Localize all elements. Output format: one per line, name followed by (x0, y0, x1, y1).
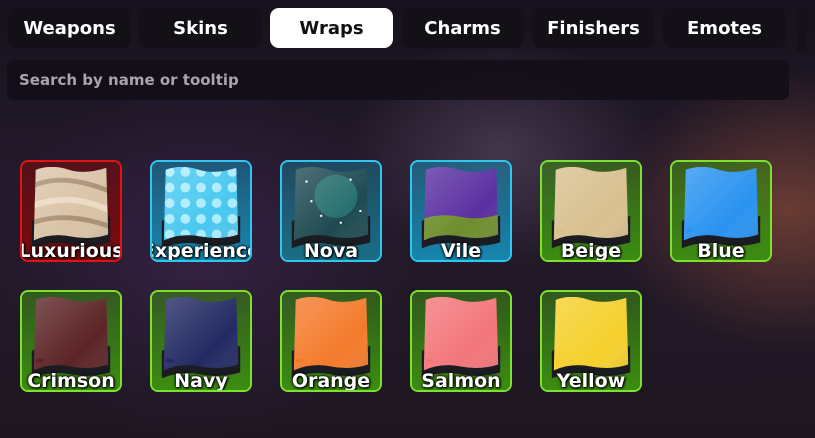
tab-emotes[interactable]: Emotes (663, 8, 786, 48)
wrap-item-vile[interactable]: Vile (410, 160, 512, 262)
wrap-item-beige[interactable]: Beige (540, 160, 642, 262)
wrap-item-orange[interactable]: Orange (280, 290, 382, 392)
wrap-item-blue[interactable]: Blue (670, 160, 772, 262)
wrap-item-luxurious[interactable]: Luxurious (20, 160, 122, 262)
wrap-name-label: Beige (560, 240, 622, 262)
wrap-item-crimson[interactable]: Crimson (20, 290, 122, 392)
wrap-item-salmon[interactable]: Salmon (410, 290, 512, 392)
wrap-name-label: Yellow (556, 370, 626, 392)
wrap-item-yellow[interactable]: Yellow (540, 290, 642, 392)
tab-wraps[interactable]: Wraps (270, 8, 393, 48)
wrap-item-nova[interactable]: Nova (280, 160, 382, 262)
search-input[interactable] (17, 70, 779, 90)
wrap-name-label: Orange (291, 370, 371, 392)
wrap-name-label: Luxurious (20, 240, 122, 262)
wrap-name-label: Salmon (421, 370, 501, 392)
search-bar (7, 60, 789, 100)
wrap-name-label: Nova (303, 240, 359, 262)
wrap-item-navy[interactable]: Navy (150, 290, 252, 392)
wrap-name-label: Navy (174, 370, 228, 392)
tab-finishers[interactable]: Finishers (532, 8, 655, 48)
tab-skins[interactable]: Skins (139, 8, 262, 48)
wrap-name-label: Crimson (27, 370, 115, 392)
wrap-name-label: Experience (152, 240, 250, 262)
tab-charms[interactable]: Charms (401, 8, 524, 48)
tabs-scrollbar[interactable] (797, 8, 807, 52)
tab-weapons[interactable]: Weapons (8, 8, 131, 48)
wrap-name-label: Vile (440, 240, 482, 262)
wrap-name-label: Blue (697, 240, 745, 262)
wrap-item-experience[interactable]: Experience (150, 160, 252, 262)
category-tabs: Weapons Skins Wraps Charms Finishers Emo… (8, 8, 786, 48)
